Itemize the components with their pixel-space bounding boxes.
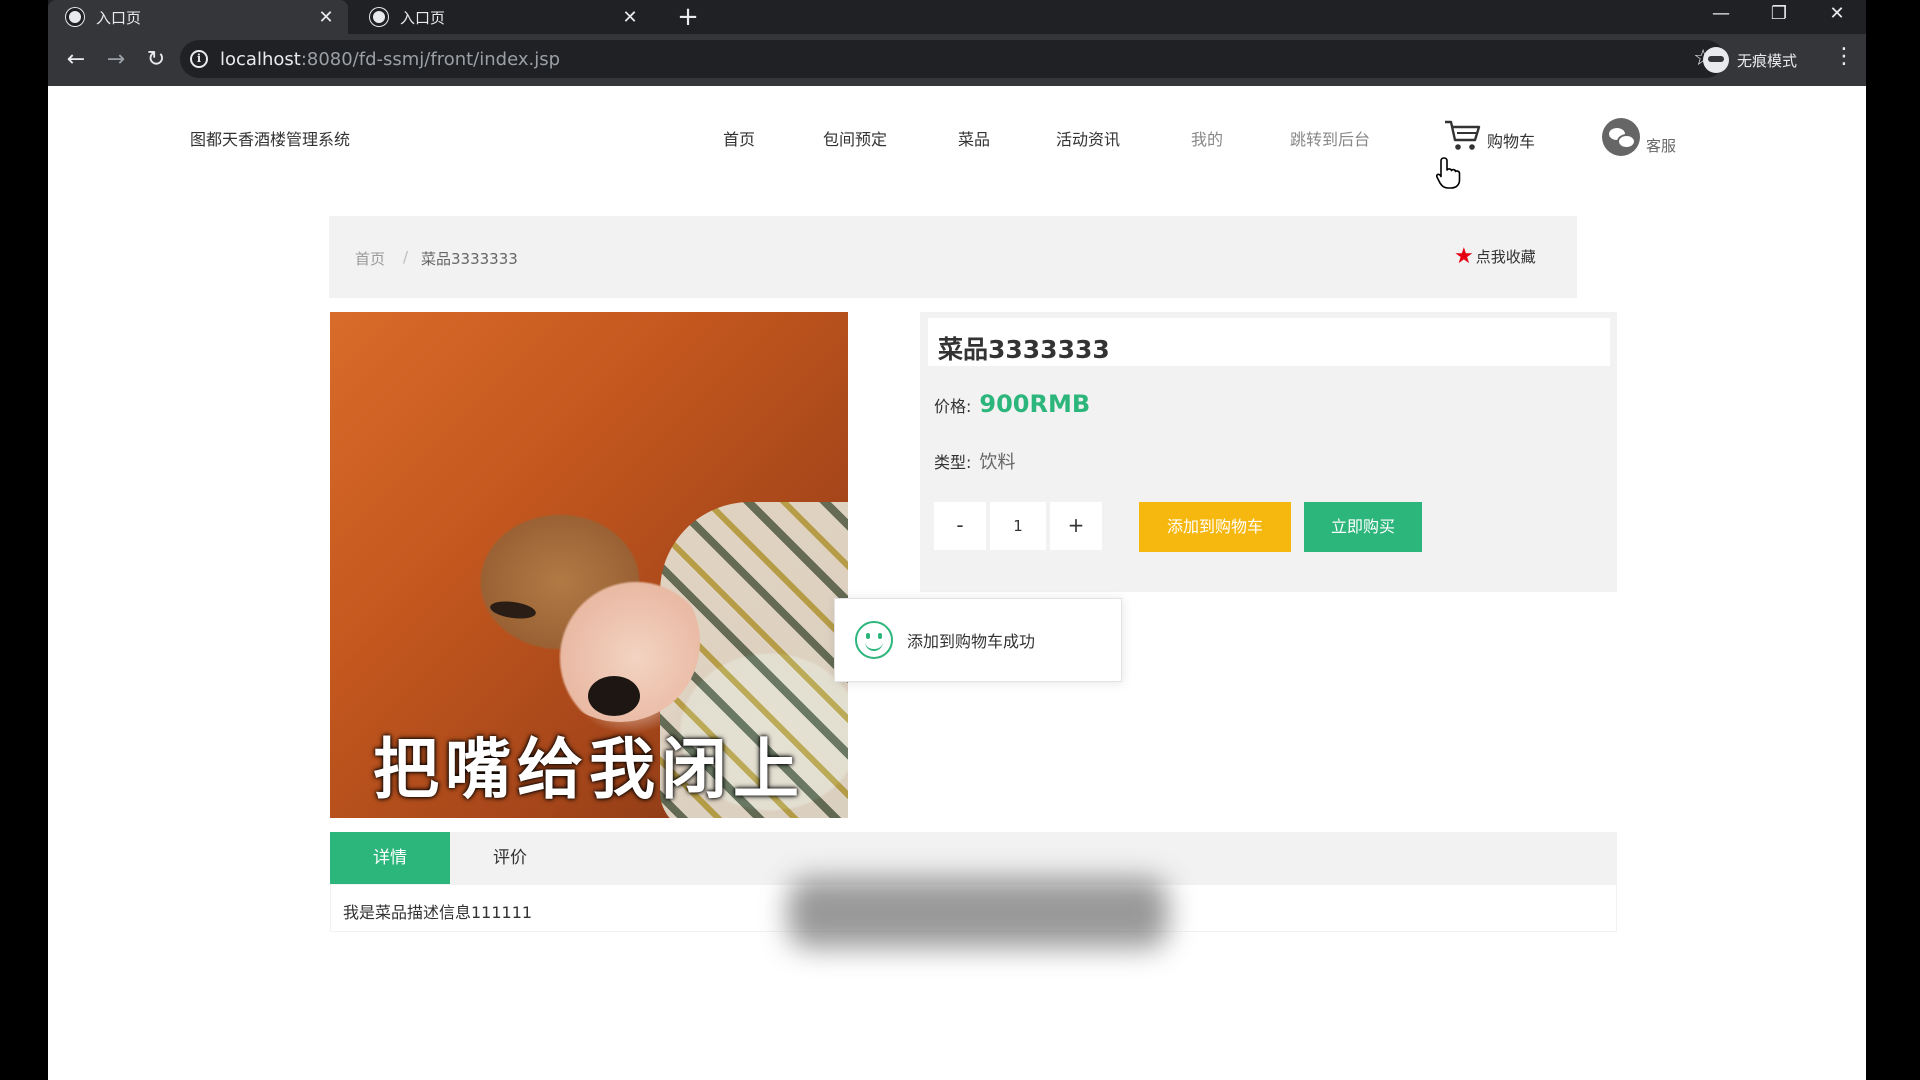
tab-strip: 入口页 ✕ 入口页 ✕ + — ❐ ✕ xyxy=(48,0,1866,34)
reload-icon[interactable]: ↻ xyxy=(138,42,174,78)
window-close-icon[interactable]: ✕ xyxy=(1814,0,1860,30)
web-page: 图都天香酒楼管理系统 首页 包间预定 菜品 活动资讯 我的 跳转到后台 购物车 … xyxy=(48,86,1866,1080)
restore-icon[interactable]: ❐ xyxy=(1756,0,1802,30)
product-info-panel: 菜品3333333 价格: 900RMB 类型: 饮料 - 1 + 添加到购物车… xyxy=(920,312,1617,592)
site-name[interactable]: 图都天香酒楼管理系统 xyxy=(190,126,350,150)
toast-message: 添加到购物车成功 xyxy=(907,632,1036,651)
nav-room-booking[interactable]: 包间预定 xyxy=(823,126,887,150)
nav-home[interactable]: 首页 xyxy=(723,126,755,150)
price-row: 价格: 900RMB xyxy=(934,390,1090,418)
breadcrumb: 首页 / 菜品3333333 ★ 点我收藏 xyxy=(329,216,1577,298)
image-dog-nose xyxy=(588,676,640,716)
shopping-cart-icon xyxy=(1445,120,1481,150)
address-bar[interactable]: i localhost:8080/fd-ssmj/front/index.jsp… xyxy=(180,40,1725,78)
customer-service-link[interactable]: 客服 xyxy=(1602,118,1676,156)
new-tab-icon[interactable]: + xyxy=(673,2,703,32)
incognito-label: 无痕模式 xyxy=(1737,51,1798,70)
star-icon: ★ xyxy=(1454,244,1474,269)
tab-details[interactable]: 详情 xyxy=(330,832,450,884)
browser-tab-2[interactable]: 入口页 ✕ xyxy=(352,0,652,34)
image-dog-eye xyxy=(489,598,537,622)
nav-news[interactable]: 活动资讯 xyxy=(1056,126,1120,150)
tab-close-icon[interactable]: ✕ xyxy=(620,7,640,28)
breadcrumb-separator: / xyxy=(403,248,409,266)
back-icon[interactable]: ← xyxy=(58,42,94,78)
product-name: 菜品3333333 xyxy=(928,318,1610,366)
favorite-button[interactable]: ★ 点我收藏 xyxy=(1454,244,1536,269)
browser-window: 入口页 ✕ 入口页 ✕ + — ❐ ✕ ← → ↻ i localhost:80… xyxy=(48,0,1866,1080)
quantity-increase-button[interactable]: + xyxy=(1050,502,1102,550)
hand-cursor-icon xyxy=(1436,157,1461,189)
quantity-decrease-button[interactable]: - xyxy=(934,502,986,550)
cart-link[interactable]: 购物车 xyxy=(1443,118,1535,152)
smile-icon xyxy=(855,621,893,659)
browser-toolbar: ← → ↻ i localhost:8080/fd-ssmj/front/ind… xyxy=(48,34,1866,86)
tab-reviews[interactable]: 评价 xyxy=(450,832,570,884)
browser-menu-icon[interactable]: ⋮ xyxy=(1833,44,1855,69)
type-row: 类型: 饮料 xyxy=(934,448,1015,474)
cart-label: 购物车 xyxy=(1487,132,1536,151)
detail-tabs: 详情 评价 xyxy=(330,832,1617,884)
nav-mine[interactable]: 我的 xyxy=(1191,126,1223,150)
nav-admin[interactable]: 跳转到后台 xyxy=(1290,126,1370,150)
product-price: 900RMB xyxy=(979,390,1091,418)
wechat-icon xyxy=(1602,118,1640,156)
url-path: :8080/fd-ssmj/front/index.jsp xyxy=(300,48,561,70)
forward-icon[interactable]: → xyxy=(98,42,134,78)
url-text[interactable]: localhost:8080/fd-ssmj/front/index.jsp xyxy=(220,49,560,70)
add-to-cart-button[interactable]: 添加到购物车 xyxy=(1139,502,1291,552)
globe-icon xyxy=(66,8,84,26)
favorite-label: 点我收藏 xyxy=(1475,248,1536,266)
buy-now-button[interactable]: 立即购买 xyxy=(1304,502,1422,552)
image-caption: 把嘴给我闭上 xyxy=(373,731,805,808)
product-type: 饮料 xyxy=(979,452,1016,473)
quantity-input[interactable]: 1 xyxy=(990,502,1046,550)
price-label: 价格: xyxy=(934,397,972,416)
incognito-icon xyxy=(1703,47,1729,73)
service-label: 客服 xyxy=(1646,137,1677,155)
nav-dishes[interactable]: 菜品 xyxy=(958,126,990,150)
info-icon[interactable]: i xyxy=(190,50,208,68)
browser-tab-1[interactable]: 入口页 ✕ xyxy=(48,0,348,34)
product-image: 把嘴给我闭上 xyxy=(330,312,848,818)
url-host: localhost xyxy=(220,48,301,70)
incognito-indicator[interactable]: 无痕模式 xyxy=(1703,42,1797,78)
browser-tab-title: 入口页 xyxy=(96,8,142,27)
success-toast: 添加到购物车成功 xyxy=(834,598,1122,682)
breadcrumb-current: 菜品3333333 xyxy=(421,250,518,268)
tab-close-icon[interactable]: ✕ xyxy=(316,7,336,28)
breadcrumb-home[interactable]: 首页 xyxy=(355,248,385,269)
minimize-icon[interactable]: — xyxy=(1698,0,1744,30)
blurred-overlay xyxy=(788,878,1168,948)
browser-tab-title: 入口页 xyxy=(400,8,446,27)
type-label: 类型: xyxy=(934,453,972,472)
globe-icon xyxy=(370,8,388,26)
